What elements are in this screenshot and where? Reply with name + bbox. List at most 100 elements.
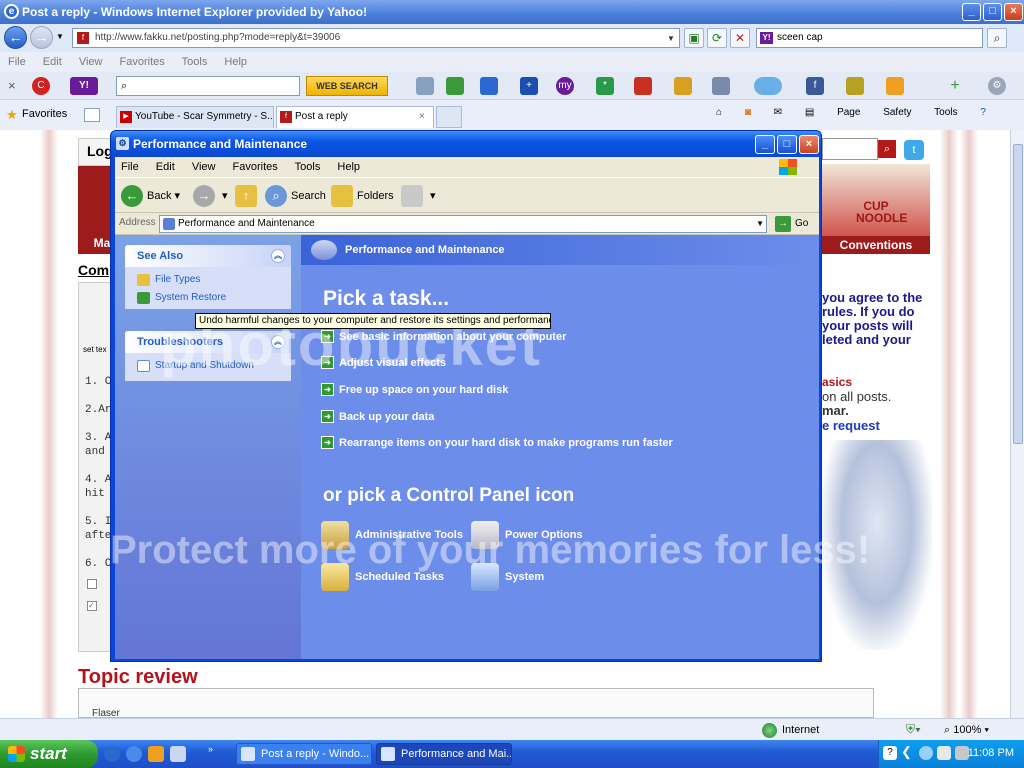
back-arrow-icon[interactable]: ← [4,26,27,49]
request-link[interactable]: e request [822,418,880,433]
page-menu[interactable]: Page [837,107,860,118]
new-tab-button[interactable] [436,106,462,128]
link-system-restore[interactable]: System Restore [125,289,291,307]
minimize-button[interactable]: _ [962,3,981,21]
cp-minimize-button[interactable]: _ [755,135,775,154]
security-zone[interactable]: Internet [762,722,819,738]
web-search-button[interactable]: WEB SEARCH [306,76,388,96]
option-checkbox[interactable] [87,579,97,589]
mail-icon[interactable] [480,77,498,95]
cp-close-button[interactable]: × [799,135,819,154]
toolbar-plus-icon[interactable]: + [520,77,538,95]
toolbar-bookmark-icon[interactable] [446,77,464,95]
toolbar-red-icon[interactable]: C [32,77,50,95]
help-icon[interactable]: ? [980,107,986,118]
tab-close-icon[interactable]: × [419,107,425,127]
cp-up-button[interactable]: ↑ [235,184,261,208]
tab-youtube[interactable]: ▶ YouTube - Scar Symmetry - S... [116,106,274,128]
toolbar-highlight-icon[interactable] [416,77,434,95]
option-checkbox-checked[interactable]: ✓ [87,601,97,611]
address-input[interactable]: f http://www.fakku.net/posting.php?mode=… [72,28,680,48]
site-search-input[interactable] [822,138,878,160]
print-icon[interactable]: ▤ [805,107,814,118]
toolbar-widget-icon[interactable] [846,77,864,95]
cp-views-button[interactable]: ▾ [401,184,436,208]
toolbar-close-icon[interactable]: × [8,78,16,93]
cp-menu-view[interactable]: View [192,161,216,173]
forward-arrow-icon[interactable]: → [30,26,53,49]
read-mail-icon[interactable]: ✉ [774,107,782,118]
menu-file[interactable]: File [8,56,26,68]
cp-forward-button[interactable]: → ▾ [193,184,228,208]
address-dropdown-icon[interactable]: ▼ [664,30,678,46]
toolbar-search-input[interactable]: ⌕ [116,76,300,96]
task-backup[interactable]: ➜ Back up your data [321,409,434,425]
cp-menu-help[interactable]: Help [337,161,360,173]
close-button[interactable]: × [1004,3,1023,21]
menu-tools[interactable]: Tools [182,56,208,68]
message-textarea[interactable]: 1. C 2.Ar 3. A and 4. A hit 5. I afte 6.… [85,375,111,571]
my-yahoo-icon[interactable]: my [556,77,574,95]
menu-edit[interactable]: Edit [43,56,62,68]
home-icon[interactable]: ⌂ [716,107,722,118]
toolbar-tag-icon[interactable] [712,77,730,95]
quicklaunch-ie-icon[interactable] [104,746,120,762]
protected-mode-icon[interactable]: ⛨▾ [906,722,921,737]
refresh-icon[interactable]: ⟳ [707,28,727,48]
menu-help[interactable]: Help [224,56,247,68]
menu-favorites[interactable]: Favorites [120,56,165,68]
quick-tabs-icon[interactable] [84,108,100,122]
cp-menu-tools[interactable]: Tools [295,161,321,173]
link-file-types[interactable]: File Types [125,271,291,289]
history-dropdown-icon[interactable]: ▼ [56,32,64,41]
zoom-control[interactable]: ⌕ 100% ▾ [944,722,989,738]
games-icon[interactable] [634,77,652,95]
cp-address-dropdown-icon[interactable]: ▼ [756,216,764,232]
compatibility-icon[interactable]: ▣ [684,28,704,48]
yahoo-logo-icon[interactable]: Y! [70,77,98,95]
ebay-icon[interactable] [886,77,904,95]
favorites-label[interactable]: Favorites [22,108,67,120]
collapse-chevron-icon[interactable]: ︽ [271,249,285,263]
feeds-icon[interactable]: ◙ [745,107,751,118]
settings-gear-icon[interactable]: ⚙ [988,77,1006,95]
tools-menu[interactable]: Tools [934,107,957,118]
cp-menu-favorites[interactable]: Favorites [233,161,278,173]
quicklaunch-media-icon[interactable] [148,746,164,762]
quicklaunch-ie2-icon[interactable] [126,746,142,762]
toolbar-asterisk-icon[interactable]: * [596,77,614,95]
task-defragment[interactable]: ➜ Rearrange items on your hard disk to ma… [321,435,673,451]
cp-search-button[interactable]: ⌕ Search [265,184,326,208]
menu-view[interactable]: View [79,56,103,68]
page-scrollbar[interactable] [1010,130,1024,718]
search-go-icon[interactable]: ⌕ [987,28,1007,48]
scrollbar-thumb[interactable] [1013,144,1023,444]
cp-address-input[interactable]: Performance and Maintenance ▼ [159,215,767,233]
cp-menu-file[interactable]: File [121,161,139,173]
favorites-star-icon[interactable]: ★ [6,107,18,123]
cp-back-button[interactable]: ← Back ▾ [121,184,180,208]
cp-menu-edit[interactable]: Edit [156,161,175,173]
tray-help-icon[interactable]: ? [883,746,897,760]
cp-go-button[interactable]: → Go [775,215,808,233]
tab-post-reply[interactable]: f Post a reply × [276,106,434,128]
taskbar-button-ie[interactable]: Post a reply - Windo... [236,743,372,765]
weather-icon[interactable] [754,77,782,95]
shield-icon[interactable] [674,77,692,95]
quicklaunch-expand-icon[interactable]: » [208,744,213,754]
twitter-icon[interactable]: t [904,140,924,160]
maximize-button[interactable]: □ [983,3,1002,21]
stop-icon[interactable]: ✕ [730,28,750,48]
task-free-space[interactable]: ➜ Free up space on your hard disk [321,382,508,398]
facebook-icon[interactable]: f [806,77,824,95]
tray-network-icon[interactable] [919,746,933,760]
search-input[interactable]: Y! sceen cap [756,28,983,48]
tray-expand-icon[interactable]: ❮ [901,744,912,760]
cp-folders-button[interactable]: Folders [331,184,394,208]
site-search-icon[interactable]: ⌕ [878,140,896,158]
cp-title-bar[interactable]: ⚙ Performance and Maintenance _ □ × [111,131,821,157]
conventions-nav[interactable]: Conventions [822,236,930,254]
taskbar-button-control-panel[interactable]: Performance and Mai... [376,743,512,765]
cp-maximize-button[interactable]: □ [777,135,797,154]
tray-clock[interactable]: 11:08 PM [968,747,1014,759]
